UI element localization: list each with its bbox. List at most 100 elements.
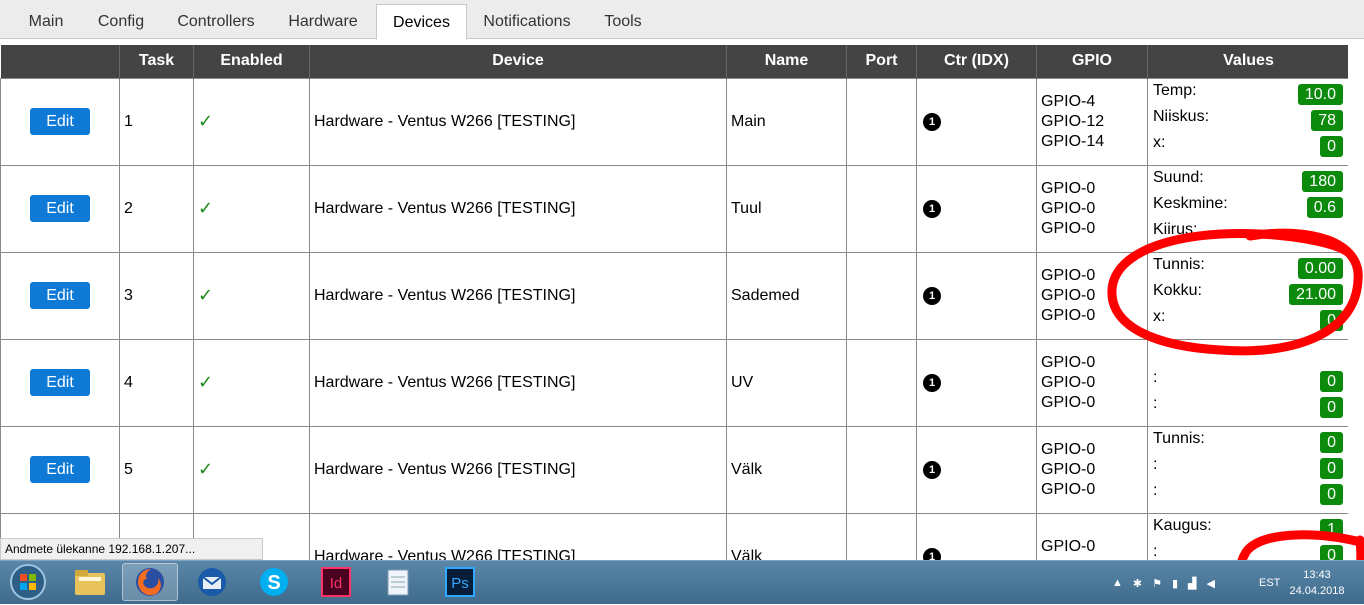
value-row: :0 [1152,540,1345,560]
gpio-line: GPIO-0 [1041,373,1096,391]
device-cell: Hardware - Ventus W266 [TESTING] [309,512,727,560]
edit-button[interactable]: Edit [30,108,90,135]
values-cell: Tunnis: 0:0:0 [1147,425,1350,514]
security-flag-icon[interactable]: ⚑ [1152,577,1162,590]
value-label: Temp: [1153,81,1197,99]
col-header-port[interactable]: Port [846,45,917,78]
tab-config[interactable]: Config [86,4,156,39]
edit-cell: Edit [0,164,120,253]
name-cell: Välk [726,425,847,514]
taskbar-skype[interactable]: S [246,563,302,601]
value-row: Niiskus: 78 [1152,105,1345,131]
photoshop-icon: Ps [445,567,475,597]
value-row: Temp: 10.0 [1152,79,1345,105]
value-row: x: 0 [1152,131,1345,157]
network-signal-icon[interactable]: ▟ [1188,577,1196,590]
col-header-values[interactable]: Values [1147,45,1350,78]
gpio-line: GPIO-0 [1041,286,1096,304]
enabled-check-icon: ✓ [198,198,214,218]
col-header-device[interactable]: Device [309,45,727,78]
start-orb-icon [10,564,46,600]
taskbar-indesign[interactable]: Id [308,563,364,601]
col-header-name[interactable]: Name [726,45,847,78]
task-cell: 3 [119,251,194,340]
value-badge: 0 [1320,483,1343,505]
bluetooth-icon[interactable]: ✱ [1133,577,1142,590]
value-badge: 0 [1320,544,1343,560]
device-cell: Hardware - Ventus W266 [TESTING] [309,77,727,166]
edit-cell: Edit [0,338,120,427]
values-cell: Suund: 180 Keskmine: 0.6 Kiirus: [1147,164,1350,253]
taskbar-clock[interactable]: 13:43 24.04.2018 [1284,567,1350,599]
gpio-line: GPIO-0 [1041,480,1096,498]
value-label: : [1153,481,1158,499]
clock-date: 24.04.2018 [1289,585,1345,597]
svg-text:Id: Id [330,575,343,592]
value-label: x: [1153,307,1166,325]
indesign-icon: Id [321,567,351,597]
values-cell: Tunnis: 0.00 Kokku: 21.00 x: 0 [1147,251,1350,340]
edit-button[interactable]: Edit [30,369,90,396]
edit-button[interactable]: Edit [30,456,90,483]
port-cell [846,338,917,427]
devices-table: Task Enabled Device Name Port Ctr (IDX) … [0,45,1350,560]
edit-cell: Edit [0,251,120,340]
enabled-check-icon: ✓ [198,459,214,479]
col-header-enabled[interactable]: Enabled [193,45,310,78]
task-cell: 1 [119,77,194,166]
tab-devices[interactable]: Devices [376,4,467,40]
values-cell: Kaugus: 1:0 [1147,512,1350,560]
ctr-idx-badge: 1 [923,461,941,479]
start-button[interactable] [4,563,52,601]
gpio-line: GPIO-0 [1041,460,1096,478]
value-badge: 0 [1320,309,1343,331]
enabled-cell: ✓ [193,77,310,166]
col-header-gpio[interactable]: GPIO [1036,45,1148,78]
edit-button[interactable]: Edit [30,282,90,309]
value-label: : [1153,455,1158,473]
tab-main[interactable]: Main [14,4,78,39]
tab-notifications[interactable]: Notifications [474,4,580,39]
taskbar-thunderbird[interactable] [184,563,240,601]
name-cell: UV [726,338,847,427]
value-label: Kokku: [1153,281,1202,299]
show-hidden-icons-icon[interactable]: ▲ [1112,577,1123,589]
gpio-line: GPIO-0 [1041,266,1096,284]
table-row: Edit 3 ✓ Hardware - Ventus W266 [TESTING] Sa… [0,251,1350,340]
file-explorer-icon [75,570,105,595]
task-cell: 2 [119,164,194,253]
value-label: Tunnis: [1153,429,1205,447]
taskbar-notepad[interactable] [370,563,426,601]
taskbar-photoshop[interactable]: Ps [432,563,488,601]
value-label: : [1153,542,1158,560]
edit-button[interactable]: Edit [30,195,90,222]
gpio-line: GPIO-0 [1041,306,1096,324]
volume-icon[interactable]: ◀ [1207,577,1215,590]
browser-status-text: Andmete ülekanne 192.168.1.207... [0,538,263,560]
value-label: Niiskus: [1153,107,1210,125]
tab-tools[interactable]: Tools [592,4,654,39]
power-icon[interactable]: ▮ [1172,577,1178,590]
gpio-line: GPIO-0 [1041,199,1096,217]
value-badge: 0 [1320,396,1343,418]
enabled-cell: ✓ [193,338,310,427]
gpio-line: GPIO-4 [1041,92,1096,110]
gpio-cell: GPIO-0 GPIO-0 GPIO-0 [1036,338,1148,427]
value-label: Keskmine: [1153,194,1228,212]
col-header-ctr-idx[interactable]: Ctr (IDX) [916,45,1037,78]
thunderbird-icon [198,568,226,596]
scrollbar-track[interactable] [1348,39,1364,560]
notepad-icon [387,569,409,596]
tab-controllers[interactable]: Controllers [164,4,268,39]
tab-hardware[interactable]: Hardware [276,4,370,39]
taskbar-firefox[interactable] [122,563,178,601]
value-badge: 0 [1320,370,1343,392]
language-indicator[interactable]: EST [1259,561,1280,605]
table-row: Edit 2 ✓ Hardware - Ventus W266 [TESTING] Tu… [0,164,1350,253]
clock-time: 13:43 [1303,569,1331,581]
port-cell [846,77,917,166]
taskbar-file-explorer[interactable] [62,563,118,601]
value-row: :0 [1152,479,1345,505]
col-header-task[interactable]: Task [119,45,194,78]
port-cell [846,164,917,253]
